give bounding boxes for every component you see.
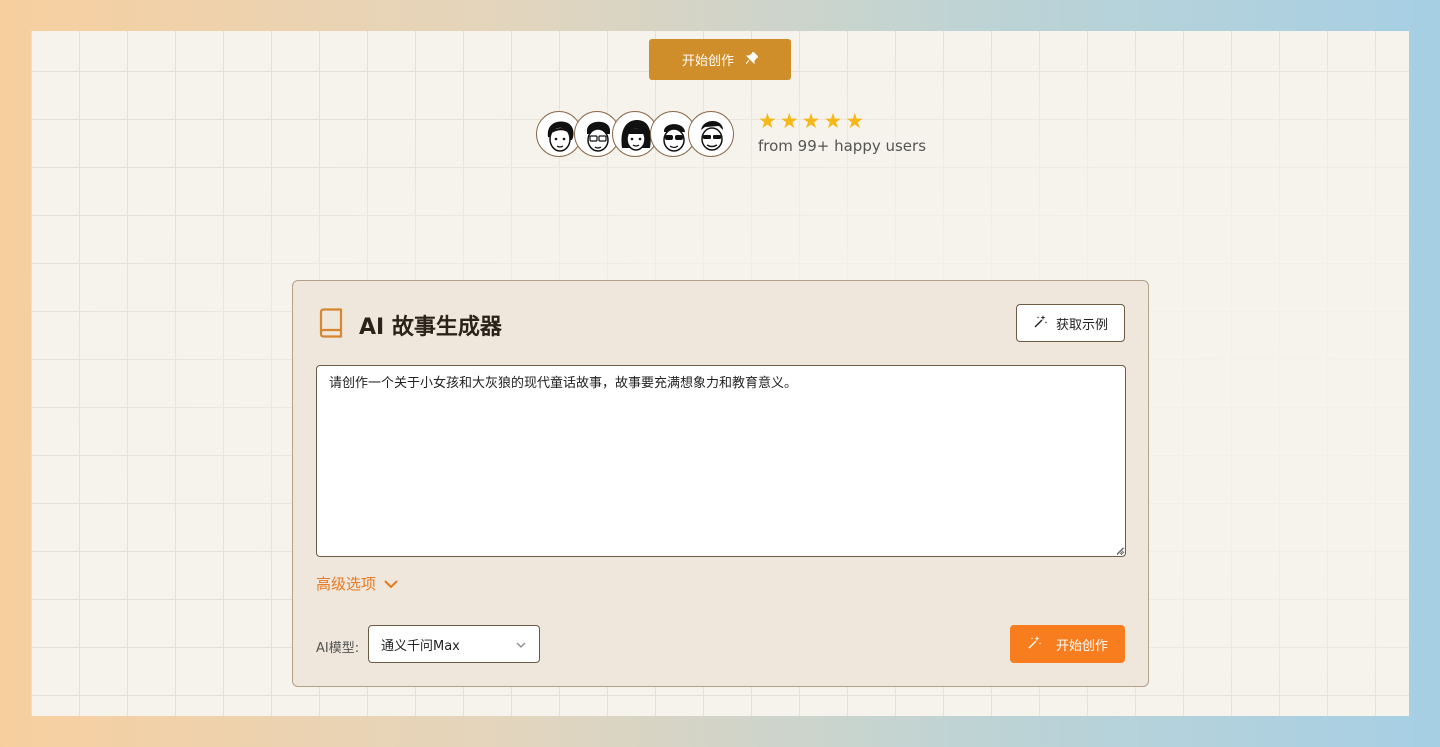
book-icon (317, 308, 345, 338)
top-start-label: 开始创作 (681, 53, 734, 68)
star-icon: ★ (779, 109, 799, 133)
get-example-label: 获取示例 (1055, 316, 1108, 332)
pin-icon (745, 51, 759, 67)
card-title: AI 故事生成器 (359, 315, 502, 340)
advanced-options-label: 高级选项 (316, 575, 377, 593)
model-selected-value: 通义千问Max (381, 638, 460, 654)
star-icon: ★ (801, 109, 821, 133)
chevron-down-icon (384, 575, 398, 593)
story-generator-card: AI 故事生成器 获取示例 高级选项 AI模型: 通义千问Max (292, 280, 1149, 687)
star-icon: ★ (823, 109, 843, 133)
star-icon: ★ (758, 109, 777, 133)
model-select[interactable]: 通义千问Max (368, 625, 540, 663)
story-prompt-input[interactable] (316, 365, 1126, 557)
happy-users-caption: from 99+ happy users (758, 137, 927, 155)
top-start-button[interactable]: 开始创作 (649, 39, 791, 80)
advanced-options-toggle[interactable]: 高级选项 (316, 573, 398, 594)
background-grid: 开始创作 ★ ★ ★ ★ ★ from 99+ happy users AI 故… (31, 31, 1409, 716)
magic-wand-icon (1033, 314, 1048, 332)
get-example-button[interactable]: 获取示例 (1016, 304, 1125, 342)
rating-stars: ★ ★ ★ ★ ★ (758, 109, 865, 133)
resize-grip-icon[interactable] (1115, 546, 1124, 555)
generate-story-button[interactable]: 开始创作 (1010, 625, 1125, 663)
generate-story-label: 开始创作 (1055, 637, 1108, 653)
model-label: AI模型: (316, 641, 360, 656)
magic-wand-icon (1027, 635, 1042, 653)
star-icon: ★ (845, 109, 865, 133)
user-avatar (688, 111, 734, 157)
chevron-down-icon (516, 637, 526, 652)
